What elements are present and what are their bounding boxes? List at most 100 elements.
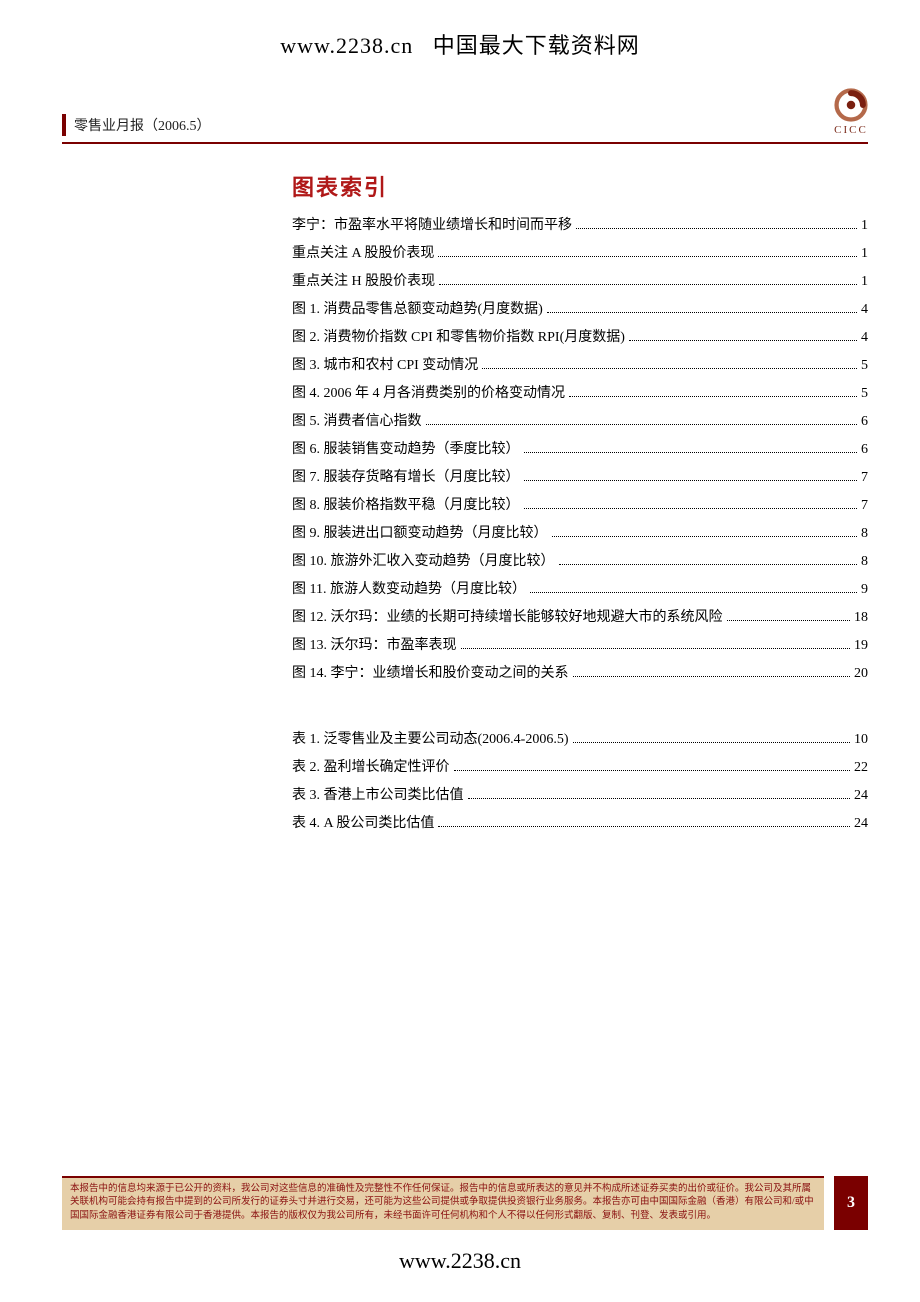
toc-leader [524,469,858,481]
toc-page: 4 [861,296,868,324]
toc-label: 图 12. 沃尔玛：业绩的长期可持续增长能够较好地规避大市的系统风险 [292,604,723,632]
toc-leader [727,609,851,621]
toc-page: 9 [861,576,868,604]
toc-leader [468,787,851,799]
toc-row: 重点关注 H 股股价表现 1 [292,268,868,296]
toc-leader [552,525,858,537]
toc-leader [559,553,858,565]
page-number: 3 [834,1176,868,1230]
logo-text: CICC [834,124,868,136]
toc-row: 李宁：市盈率水平将随业绩增长和时间而平移 1 [292,212,868,240]
doc-title-wrap: 零售业月报（2006.5） [62,114,211,136]
toc-figures: 李宁：市盈率水平将随业绩增长和时间而平移1重点关注 A 股股价表现1重点关注 H… [292,212,868,688]
toc-row: 图 14. 李宁：业绩增长和股价变动之间的关系 20 [292,660,868,688]
toc-leader [629,329,857,341]
toc-page: 1 [861,268,868,296]
toc-label: 李宁：市盈率水平将随业绩增长和时间而平移 [292,212,572,240]
top-url: www.2238.cn [280,33,413,58]
toc-label: 图 10. 旅游外汇收入变动趋势（月度比较） [292,548,555,576]
toc-leader [438,815,850,827]
toc-leader [454,759,851,771]
toc-row: 表 1. 泛零售业及主要公司动态(2006.4-2006.5) 10 [292,726,868,754]
toc-leader [530,581,857,593]
section-title: 图表索引 [292,170,868,202]
toc-label: 图 1. 消费品零售总额变动趋势(月度数据) [292,296,543,324]
toc-page: 6 [861,408,868,436]
toc-row: 表 2. 盈利增长确定性评价22 [292,754,868,782]
toc-row: 图 13. 沃尔玛：市盈率表现 19 [292,632,868,660]
toc-row: 图 2. 消费物价指数 CPI 和零售物价指数 RPI(月度数据) 4 [292,324,868,352]
toc-leader [524,441,858,453]
toc-row: 图 1. 消费品零售总额变动趋势(月度数据) 4 [292,296,868,324]
toc-page: 24 [854,782,868,810]
toc-label: 图 13. 沃尔玛：市盈率表现 [292,632,457,660]
page-body: 零售业月报（2006.5） CICC 图表索引 李宁：市盈率水平将随业绩增长和时… [62,88,868,838]
toc-row: 图 6. 服装销售变动趋势（季度比较） 6 [292,436,868,464]
toc-row: 图 3. 城市和农村 CPI 变动情况 5 [292,352,868,380]
toc-label: 图 2. 消费物价指数 CPI 和零售物价指数 RPI(月度数据) [292,324,625,352]
toc-page: 20 [854,660,868,688]
toc-page: 5 [861,352,868,380]
toc-page: 24 [854,810,868,838]
toc-leader [438,245,857,257]
toc-label: 表 1. 泛零售业及主要公司动态(2006.4-2006.5) [292,726,569,754]
toc-leader [524,497,858,509]
toc-label: 重点关注 H 股股价表现 [292,268,435,296]
toc-label: 重点关注 A 股股价表现 [292,240,434,268]
toc-page: 10 [854,726,868,754]
toc-tables: 表 1. 泛零售业及主要公司动态(2006.4-2006.5)10表 2. 盈利… [292,726,868,838]
toc-label: 图 3. 城市和农村 CPI 变动情况 [292,352,478,380]
toc-row: 图 4. 2006 年 4 月各消费类别的价格变动情况 5 [292,380,868,408]
toc-label: 图 7. 服装存货略有增长（月度比较） [292,464,520,492]
disclaimer-text: 本报告中的信息均来源于已公开的资料，我公司对这些信息的准确性及完整性不作任何保证… [62,1176,824,1230]
toc-label: 图 5. 消费者信心指数 [292,408,422,436]
toc-row: 重点关注 A 股股价表现 1 [292,240,868,268]
toc-leader [569,385,857,397]
toc-row: 图 10. 旅游外汇收入变动趋势（月度比较） 8 [292,548,868,576]
toc-label: 图 8. 服装价格指数平稳（月度比较） [292,492,520,520]
toc-label: 图 9. 服装进出口额变动趋势（月度比较） [292,520,548,548]
top-header: www.2238.cn 中国最大下载资料网 [0,0,920,60]
doc-title: 零售业月报（2006.5） [74,115,211,135]
toc-label: 图 11. 旅游人数变动趋势（月度比较） [292,576,526,604]
toc-row: 图 9. 服装进出口额变动趋势（月度比较） 8 [292,520,868,548]
toc-leader [482,357,857,369]
footer: 本报告中的信息均来源于已公开的资料，我公司对这些信息的准确性及完整性不作任何保证… [62,1176,868,1230]
logo-swirl-icon [834,88,868,122]
toc-page: 1 [861,212,868,240]
toc-leader [576,217,857,229]
toc-row: 图 7. 服装存货略有增长（月度比较） 7 [292,464,868,492]
bottom-url: www.2238.cn [0,1248,920,1274]
toc-page: 8 [861,548,868,576]
toc-row: 图 5. 消费者信心指数 6 [292,408,868,436]
toc-label: 图 14. 李宁：业绩增长和股价变动之间的关系 [292,660,569,688]
toc-page: 1 [861,240,868,268]
toc-label: 表 3. 香港上市公司类比估值 [292,782,464,810]
toc-gap [62,688,868,726]
footer-box: 本报告中的信息均来源于已公开的资料，我公司对这些信息的准确性及完整性不作任何保证… [62,1176,868,1230]
cicc-logo: CICC [834,88,868,136]
toc-row: 图 12. 沃尔玛：业绩的长期可持续增长能够较好地规避大市的系统风险 18 [292,604,868,632]
toc-page: 6 [861,436,868,464]
toc-page: 18 [854,604,868,632]
toc-page: 19 [854,632,868,660]
toc-leader [439,273,857,285]
toc-label: 表 4. A 股公司类比估值 [292,810,434,838]
toc-page: 8 [861,520,868,548]
toc-label: 图 4. 2006 年 4 月各消费类别的价格变动情况 [292,380,565,408]
toc-label: 表 2. 盈利增长确定性评价 [292,754,450,782]
toc-leader [573,665,851,677]
toc-label: 图 6. 服装销售变动趋势（季度比较） [292,436,520,464]
top-site-name: 中国最大下载资料网 [433,33,640,58]
toc-leader [461,637,851,649]
toc-page: 4 [861,324,868,352]
toc-row: 图 8. 服装价格指数平稳（月度比较） 7 [292,492,868,520]
toc-leader [426,413,858,425]
toc-page: 7 [861,464,868,492]
toc-leader [573,731,851,743]
accent-bar [62,114,66,136]
toc-page: 5 [861,380,868,408]
toc-row: 表 3. 香港上市公司类比估值 24 [292,782,868,810]
toc-page: 7 [861,492,868,520]
toc-leader [547,301,857,313]
